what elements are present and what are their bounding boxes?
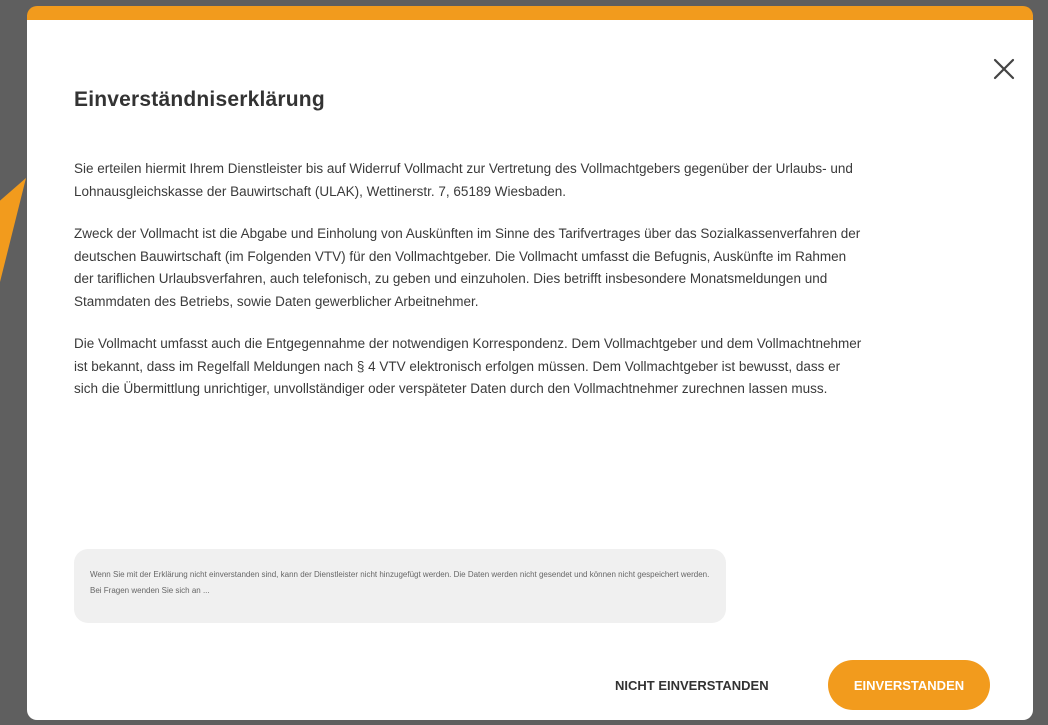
disclaimer-note: Wenn Sie mit der Erklärung nicht einvers… — [74, 549, 726, 623]
consent-dialog: Einverständniserklärung Sie erteilen hie… — [27, 6, 1033, 720]
accept-button[interactable]: EINVERSTANDEN — [828, 660, 990, 710]
dialog-body: Sie erteilen hiermit Ihrem Dienstleister… — [74, 158, 864, 421]
paragraph-correspondence: Die Vollmacht umfasst auch die Entgegenn… — [74, 336, 862, 396]
dialog-title: Einverständniserklärung — [74, 88, 325, 111]
decline-button[interactable]: NICHT EINVERSTANDEN — [607, 664, 777, 708]
paragraph-power-of-attorney: Sie erteilen hiermit Ihrem Dienstleister… — [74, 161, 853, 199]
paragraph-purpose: Zweck der Vollmacht ist die Abgabe und E… — [74, 226, 861, 309]
background-arrow-shape — [0, 178, 26, 282]
close-icon[interactable] — [987, 52, 1021, 86]
